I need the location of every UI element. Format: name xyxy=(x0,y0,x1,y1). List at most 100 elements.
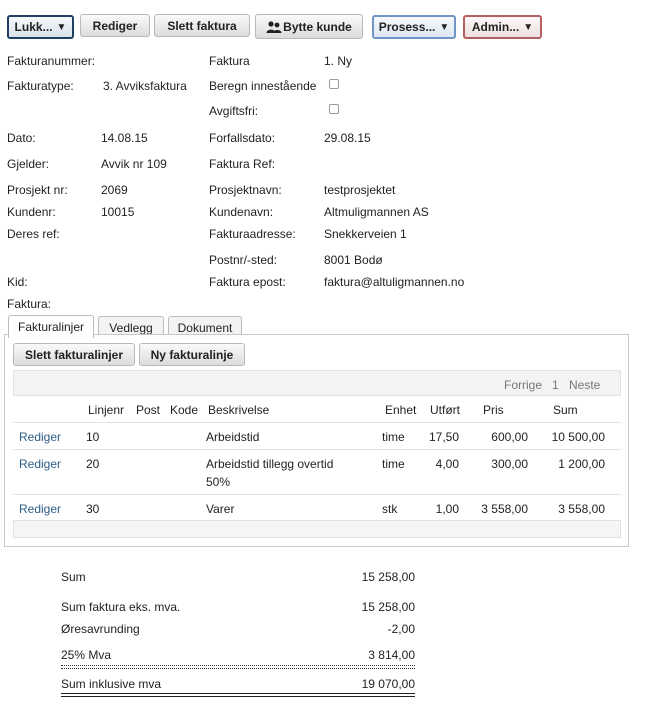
prosess-label: Prosess... xyxy=(378,20,436,34)
pager-current-page: 1 xyxy=(552,378,559,392)
cell-beskrivelse: Varer xyxy=(206,502,235,516)
fakturatype-label: Fakturatype: xyxy=(7,79,74,93)
cell-pris: 600,00 xyxy=(491,430,528,444)
rediger-button[interactable]: Rediger xyxy=(80,14,150,37)
cell-enhet: time xyxy=(382,430,405,444)
sum-eks-mva-value: 15 258,00 xyxy=(361,600,415,614)
cell-beskrivelse: Arbeidstid xyxy=(206,430,260,444)
fakturaadresse-label: Fakturaadresse: xyxy=(209,227,296,241)
slett-faktura-button[interactable]: Slett faktura xyxy=(154,14,250,37)
summary-divider xyxy=(61,693,415,694)
cell-sum: 1 200,00 xyxy=(558,457,605,471)
cell-linjenr: 20 xyxy=(86,457,100,471)
prosjektnavn-value: testprosjektet xyxy=(324,183,396,197)
rediger-line-link[interactable]: Rediger xyxy=(19,502,61,516)
tab-dokument-label: Dokument xyxy=(177,320,233,335)
table-footer-bar xyxy=(13,520,621,538)
users-icon xyxy=(266,20,282,33)
slett-faktura-label: Slett faktura xyxy=(167,18,237,33)
col-kode: Kode xyxy=(170,403,199,417)
col-linjenr: Linjenr xyxy=(88,403,125,417)
fakturanummer-label: Fakturanummer: xyxy=(7,54,96,68)
gjelder-value: Avvik nr 109 xyxy=(101,157,167,171)
cell-utfort: 17,50 xyxy=(428,430,459,444)
rediger-line-link[interactable]: Rediger xyxy=(19,430,61,444)
cell-utfort: 1,00 xyxy=(435,502,459,516)
dato-value: 14.08.15 xyxy=(101,131,148,145)
kundenr-value: 10015 xyxy=(101,205,135,219)
mva-value: 3 814,00 xyxy=(368,648,415,662)
col-utfort: Utført xyxy=(430,403,460,417)
forfallsdato-value: 29.08.15 xyxy=(324,131,371,145)
faktura-epost-value: faktura@altuligmannen.no xyxy=(324,275,465,289)
oresavrunding-label: Øresavrunding xyxy=(61,622,140,636)
prosess-menu-button[interactable]: Prosess... ▼ xyxy=(372,15,456,39)
ny-fakturalinje-button[interactable]: Ny fakturalinje xyxy=(139,343,245,366)
kundenavn-label: Kundenavn: xyxy=(209,205,274,219)
chevron-down-icon: ▼ xyxy=(439,21,450,33)
col-sum: Sum xyxy=(553,403,578,417)
ny-fakturalinje-label: Ny fakturalinje xyxy=(150,347,234,362)
beregn-innestaende-label: Beregn innestående xyxy=(209,79,317,93)
fakturaadresse-value: Snekkerveien 1 xyxy=(324,227,407,241)
slett-fakturalinjer-button[interactable]: Slett fakturalinjer xyxy=(13,343,135,366)
tab-fakturalinjer[interactable]: Fakturalinjer xyxy=(8,315,94,338)
faktura-text-label: Faktura: xyxy=(7,297,52,311)
avgiftsfri-label: Avgiftsfri: xyxy=(209,104,259,118)
chevron-down-icon: ▼ xyxy=(56,21,67,33)
kundenr-label: Kundenr: xyxy=(7,205,56,219)
fakturatype-value: 3. Avviksfaktura xyxy=(103,79,187,93)
pager-next-link[interactable]: Neste xyxy=(569,378,600,392)
cell-linjenr: 30 xyxy=(86,502,100,516)
lukk-menu-button[interactable]: Lukk... ▼ xyxy=(7,15,74,39)
bytte-kunde-button[interactable]: Bytte kunde xyxy=(255,14,363,39)
sum-label: Sum xyxy=(61,570,86,584)
cell-enhet: time xyxy=(382,457,405,471)
dato-label: Dato: xyxy=(7,131,36,145)
cell-enhet: stk xyxy=(382,502,398,516)
faktura-status-value: 1. Ny xyxy=(324,54,353,68)
cell-pris: 3 558,00 xyxy=(481,502,528,516)
kundenavn-value: Altmuligmannen AS xyxy=(324,205,429,219)
sum-inkl-mva-value: 19 070,00 xyxy=(361,677,415,691)
postnr-sted-value: 8001 Bodø xyxy=(324,253,383,267)
kid-label: Kid: xyxy=(7,275,28,289)
oresavrunding-value: -2,00 xyxy=(387,622,415,636)
col-beskrivelse: Beskrivelse xyxy=(208,403,270,417)
faktura-epost-label: Faktura epost: xyxy=(209,275,286,289)
cell-beskrivelse: Arbeidstid tillegg overtid xyxy=(206,457,334,471)
faktura-ref-label: Faktura Ref: xyxy=(209,157,276,171)
admin-label: Admin... xyxy=(471,20,520,34)
forfallsdato-label: Forfallsdato: xyxy=(209,131,276,145)
sum-inkl-mva-label: Sum inklusive mva xyxy=(61,677,162,691)
prosjekt-nr-label: Prosjekt nr: xyxy=(7,183,68,197)
chevron-down-icon: ▼ xyxy=(523,21,534,33)
tab-fakturalinjer-label: Fakturalinjer xyxy=(17,320,85,334)
admin-menu-button[interactable]: Admin... ▼ xyxy=(463,15,542,39)
col-post: Post xyxy=(136,403,161,417)
cell-utfort: 4,00 xyxy=(435,457,459,471)
cell-linjenr: 10 xyxy=(86,430,100,444)
bytte-kunde-label: Bytte kunde xyxy=(283,19,352,34)
mva-label: 25% Mva xyxy=(61,648,112,662)
pager-prev-link[interactable]: Forrige xyxy=(504,378,542,392)
beregn-innestaende-checkbox[interactable] xyxy=(329,79,339,89)
avgiftsfri-checkbox[interactable] xyxy=(329,104,339,114)
rediger-line-link[interactable]: Rediger xyxy=(19,457,61,471)
cell-pris: 300,00 xyxy=(491,457,528,471)
col-enhet: Enhet xyxy=(385,403,417,417)
slett-fakturalinjer-label: Slett fakturalinjer xyxy=(24,347,124,362)
summary-divider xyxy=(61,696,415,697)
sum-eks-mva-label: Sum faktura eks. mva. xyxy=(61,600,181,614)
row-divider xyxy=(13,422,621,423)
tab-vedlegg-label: Vedlegg xyxy=(109,320,153,335)
prosjektnavn-label: Prosjektnavn: xyxy=(209,183,282,197)
postnr-sted-label: Postnr/-sted: xyxy=(209,253,278,267)
row-divider xyxy=(13,494,621,495)
summary-divider xyxy=(61,668,415,669)
prosjekt-nr-value: 2069 xyxy=(101,183,128,197)
faktura-status-label: Faktura xyxy=(209,54,250,68)
rediger-label: Rediger xyxy=(92,18,138,33)
cell-sum: 10 500,00 xyxy=(551,430,605,444)
deres-ref-label: Deres ref: xyxy=(7,227,60,241)
